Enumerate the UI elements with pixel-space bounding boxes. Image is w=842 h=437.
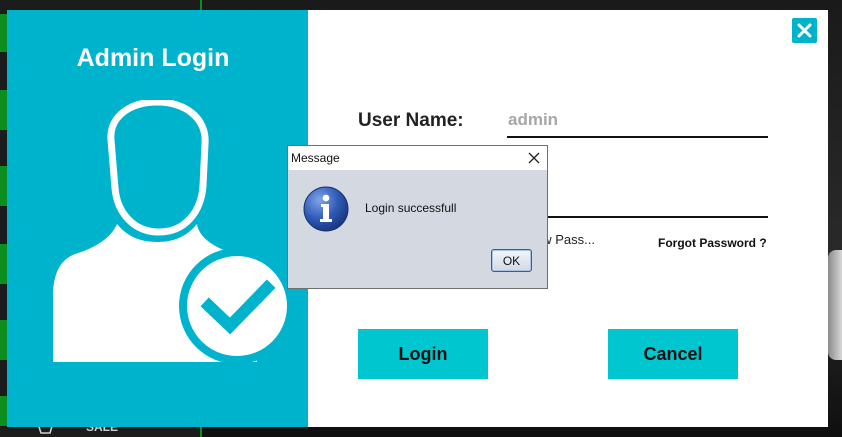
close-icon[interactable] <box>525 149 543 167</box>
message-dialog: Message Login successfull OK <box>287 145 548 289</box>
ok-button[interactable]: OK <box>491 249 532 272</box>
login-side-panel: Admin Login <box>7 10 308 427</box>
dialog-title: Message <box>291 151 340 165</box>
background-car-image <box>828 250 842 360</box>
info-icon <box>303 186 349 232</box>
close-icon <box>797 23 812 38</box>
user-check-icon <box>53 100 295 364</box>
login-title: Admin Login <box>76 44 230 72</box>
cancel-button[interactable]: Cancel <box>608 329 738 379</box>
login-button[interactable]: Login <box>358 329 488 379</box>
dialog-message: Login successfull <box>365 201 457 215</box>
username-label: User Name: <box>358 110 464 131</box>
close-button[interactable] <box>792 18 817 43</box>
forgot-password-link[interactable]: Forgot Password ? <box>658 236 767 250</box>
username-underline <box>507 136 768 138</box>
dialog-titlebar[interactable]: Message <box>288 146 547 170</box>
username-input[interactable]: admin <box>508 110 558 130</box>
